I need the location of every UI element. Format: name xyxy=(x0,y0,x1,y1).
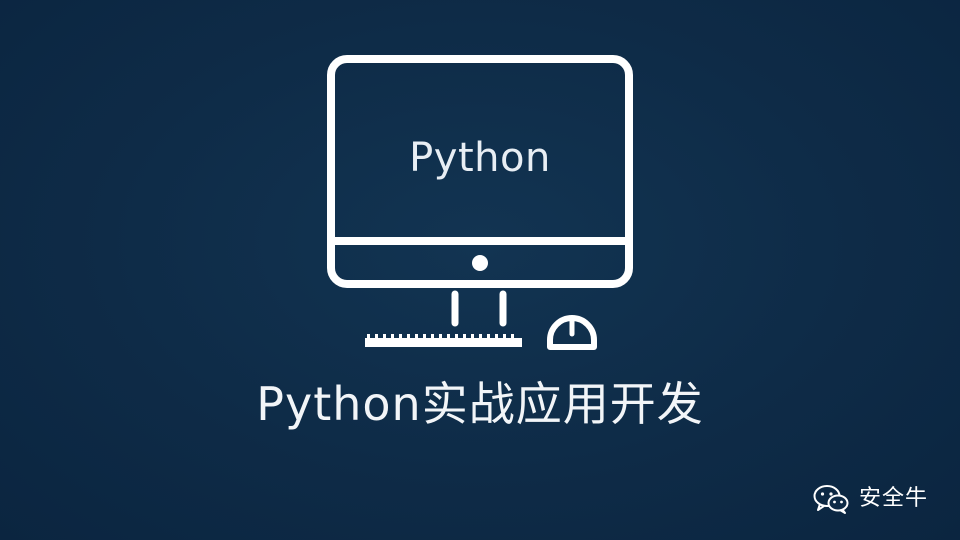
wechat-icon xyxy=(813,485,849,514)
cover-image: Python Python实战应用开发 安全牛 xyxy=(0,0,960,540)
keyboard xyxy=(365,338,522,347)
keyboard-keys xyxy=(367,334,514,338)
power-button-dot xyxy=(472,255,488,271)
page-title: Python实战应用开发 xyxy=(256,377,704,431)
screen-label: Python xyxy=(409,135,551,181)
desktop-computer-icon xyxy=(327,55,633,350)
watermark: 安全牛 xyxy=(813,484,928,514)
watermark-text: 安全牛 xyxy=(858,486,928,511)
